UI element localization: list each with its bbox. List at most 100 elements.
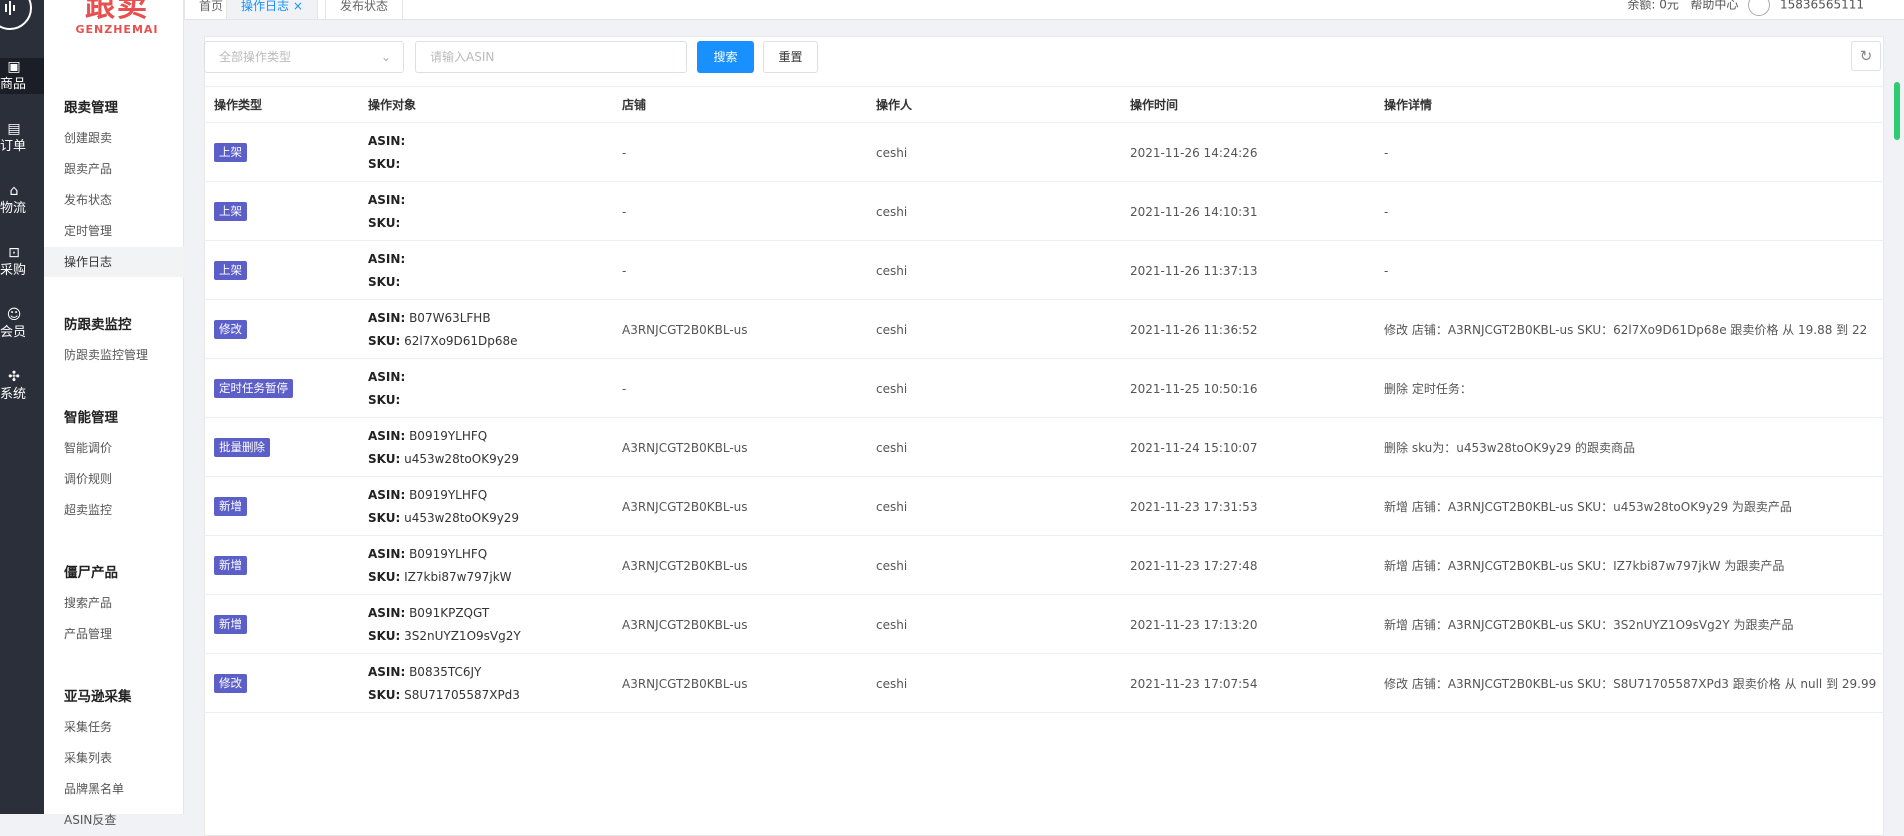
cell-object: ASIN: SKU: xyxy=(368,241,405,300)
sidebar-group-title: 防跟卖监控 xyxy=(64,317,132,333)
asin-label: ASIN: xyxy=(368,605,406,620)
cell-detail: - xyxy=(1384,145,1389,160)
cell-shop: A3RNJCGT2B0KBL-us xyxy=(622,617,748,632)
sidebar-item[interactable]: 采集任务 xyxy=(44,712,184,742)
cell-operator: ceshi xyxy=(876,617,908,632)
sidebar-item[interactable]: 跟卖产品 xyxy=(44,154,184,184)
help-center-link[interactable]: 帮助中心 xyxy=(1690,0,1738,12)
app-logo-icon[interactable] xyxy=(0,0,32,30)
cell-object: ASIN: B0919YLHFQ SKU: u453w28toOK9y29 xyxy=(368,477,519,536)
rail-item-1[interactable]: ▤ 订单 xyxy=(0,120,44,156)
sidebar-item[interactable]: 操作日志 xyxy=(44,247,184,277)
asin-placeholder: 请输入ASIN xyxy=(430,50,495,64)
icon-rail: ▣ 商品 ▤ 订单 ⌂ 物流 ⊡ 采购 ☺ 会员 ✣ 系统 xyxy=(0,0,44,814)
cell-detail: 新增 店铺：A3RNJCGT2B0KBL-us SKU：3S2nUYZ1O9sV… xyxy=(1384,618,1794,632)
sku-value: IZ7kbi87w797jkW xyxy=(404,569,512,584)
rail-item-5[interactable]: ✣ 系统 xyxy=(0,368,44,404)
cell-shop: - xyxy=(622,204,627,219)
sidebar-item[interactable]: 智能调价 xyxy=(44,433,184,463)
sku-label: SKU: xyxy=(368,215,401,230)
asin-value: B0835TC6JY xyxy=(409,664,482,679)
sidebar-group-title: 亚马逊采集 xyxy=(64,689,132,705)
sku-label: SKU: xyxy=(368,333,401,348)
operation-type-tag: 上架 xyxy=(214,202,247,221)
cell-detail: - xyxy=(1384,263,1389,278)
rail-item-label: 物流 xyxy=(0,201,27,216)
sidebar-item[interactable]: 创建跟卖 xyxy=(44,123,184,153)
puzzle-icon: ✣ xyxy=(8,369,20,385)
asin-label: ASIN: xyxy=(368,546,406,561)
cell-shop: A3RNJCGT2B0KBL-us xyxy=(622,440,748,455)
rail-item-label: 采购 xyxy=(0,263,27,278)
search-button[interactable]: 搜索 xyxy=(697,41,754,73)
sku-value: 3S2nUYZ1O9sVg2Y xyxy=(404,628,521,643)
reset-button[interactable]: 重置 xyxy=(763,41,818,73)
cell-detail: 修改 店铺：A3RNJCGT2B0KBL-us SKU：62l7Xo9D61Dp… xyxy=(1384,323,1868,337)
cell-type: 修改 xyxy=(214,654,247,713)
operation-type-select[interactable]: 全部操作类型 ⌄ xyxy=(204,41,404,73)
sidebar-item[interactable]: 防跟卖监控管理 xyxy=(44,340,184,370)
user-area: 余额: 0元 帮助中心 15836565111 xyxy=(1627,0,1864,16)
cell-shop: A3RNJCGT2B0KBL-us xyxy=(622,676,748,691)
cell-operator: ceshi xyxy=(876,145,908,160)
sidebar-item[interactable]: 发布状态 xyxy=(44,185,184,215)
rail-item-2[interactable]: ⌂ 物流 xyxy=(0,182,44,218)
sidebar-group-title: 跟卖管理 xyxy=(64,100,118,116)
sidebar-item[interactable]: 定时管理 xyxy=(44,216,184,246)
table-row: 批量删除 ASIN: B0919YLHFQ SKU: u453w28toOK9y29… xyxy=(204,418,1884,477)
cell-type: 修改 xyxy=(214,300,247,359)
sku-value: S8U71705587XPd3 xyxy=(404,687,520,702)
cell-time: 2021-11-23 17:27:48 xyxy=(1130,558,1258,573)
sidebar-item[interactable]: 采集列表 xyxy=(44,743,184,773)
asin-line: ASIN: xyxy=(368,189,405,212)
refresh-icon[interactable]: ↻ xyxy=(1851,41,1881,71)
sku-label: SKU: xyxy=(368,687,401,702)
cell-type: 定时任务暂停 xyxy=(214,359,293,418)
sidebar-item[interactable]: 搜索产品 xyxy=(44,588,184,618)
sidebar-item[interactable]: 调价规则 xyxy=(44,464,184,494)
cell-detail: 新增 店铺：A3RNJCGT2B0KBL-us SKU：u453w28toOK9… xyxy=(1384,500,1792,514)
cell-shop: - xyxy=(622,381,627,396)
sidebar-item[interactable]: 产品管理 xyxy=(44,619,184,649)
home-icon: ⌂ xyxy=(9,183,19,199)
page-scrollbar[interactable] xyxy=(1894,82,1900,140)
tab-operation-log[interactable]: 操作日志 × xyxy=(226,0,318,20)
table-row: 新增 ASIN: B0919YLHFQ SKU: u453w28toOK9y29 A3… xyxy=(204,477,1884,536)
cell-object: ASIN: B07W63LFHB SKU: 62l7Xo9D61Dp68e xyxy=(368,300,518,359)
sidebar-item[interactable]: ASIN反查 xyxy=(44,805,184,835)
table-row: 上架 ASIN: SKU: - ceshi 2021-11-26 11:37:13 - xyxy=(204,241,1884,300)
sku-label: SKU: xyxy=(368,156,401,171)
col-header-detail: 操作详情 xyxy=(1384,98,1433,112)
asin-value: B0919YLHFQ xyxy=(409,428,488,443)
sku-label: SKU: xyxy=(368,628,401,643)
tab-publish-status[interactable]: 发布状态 xyxy=(325,0,404,20)
cell-operator: ceshi xyxy=(876,676,908,691)
cell-time: 2021-11-23 17:31:53 xyxy=(1130,499,1258,514)
operation-type-placeholder: 全部操作类型 xyxy=(219,50,292,64)
sku-line: SKU: 3S2nUYZ1O9sVg2Y xyxy=(368,625,521,648)
avatar[interactable] xyxy=(1748,0,1771,16)
sku-line: SKU: u453w28toOK9y29 xyxy=(368,507,519,530)
sku-label: SKU: xyxy=(368,510,401,525)
user-phone[interactable]: 15836565111 xyxy=(1780,0,1864,12)
rail-item-4[interactable]: ☺ 会员 xyxy=(0,306,44,342)
rail-item-3[interactable]: ⊡ 采购 xyxy=(0,244,44,280)
sidebar-item[interactable]: 品牌黑名单 xyxy=(44,774,184,804)
asin-label: ASIN: xyxy=(368,369,406,384)
asin-line: ASIN: xyxy=(368,366,405,389)
asin-label: ASIN: xyxy=(368,428,406,443)
sku-value: u453w28toOK9y29 xyxy=(404,510,520,525)
sku-line: SKU: S8U71705587XPd3 xyxy=(368,684,520,707)
cell-operator: ceshi xyxy=(876,499,908,514)
asin-search-input[interactable]: 请输入ASIN xyxy=(415,41,687,73)
cell-detail: 新增 店铺：A3RNJCGT2B0KBL-us SKU：IZ7kbi87w797… xyxy=(1384,559,1785,573)
sidebar-group-title: 智能管理 xyxy=(64,410,118,426)
sidebar-item[interactable]: 超卖监控 xyxy=(44,495,184,525)
user-icon: ☺ xyxy=(6,307,22,323)
operation-type-tag: 修改 xyxy=(214,674,247,693)
sku-line: SKU: xyxy=(368,389,400,412)
cell-operator: ceshi xyxy=(876,204,908,219)
cell-time: 2021-11-24 15:10:07 xyxy=(1130,440,1258,455)
cell-shop: A3RNJCGT2B0KBL-us xyxy=(622,322,748,337)
rail-item-0[interactable]: ▣ 商品 xyxy=(0,58,44,94)
